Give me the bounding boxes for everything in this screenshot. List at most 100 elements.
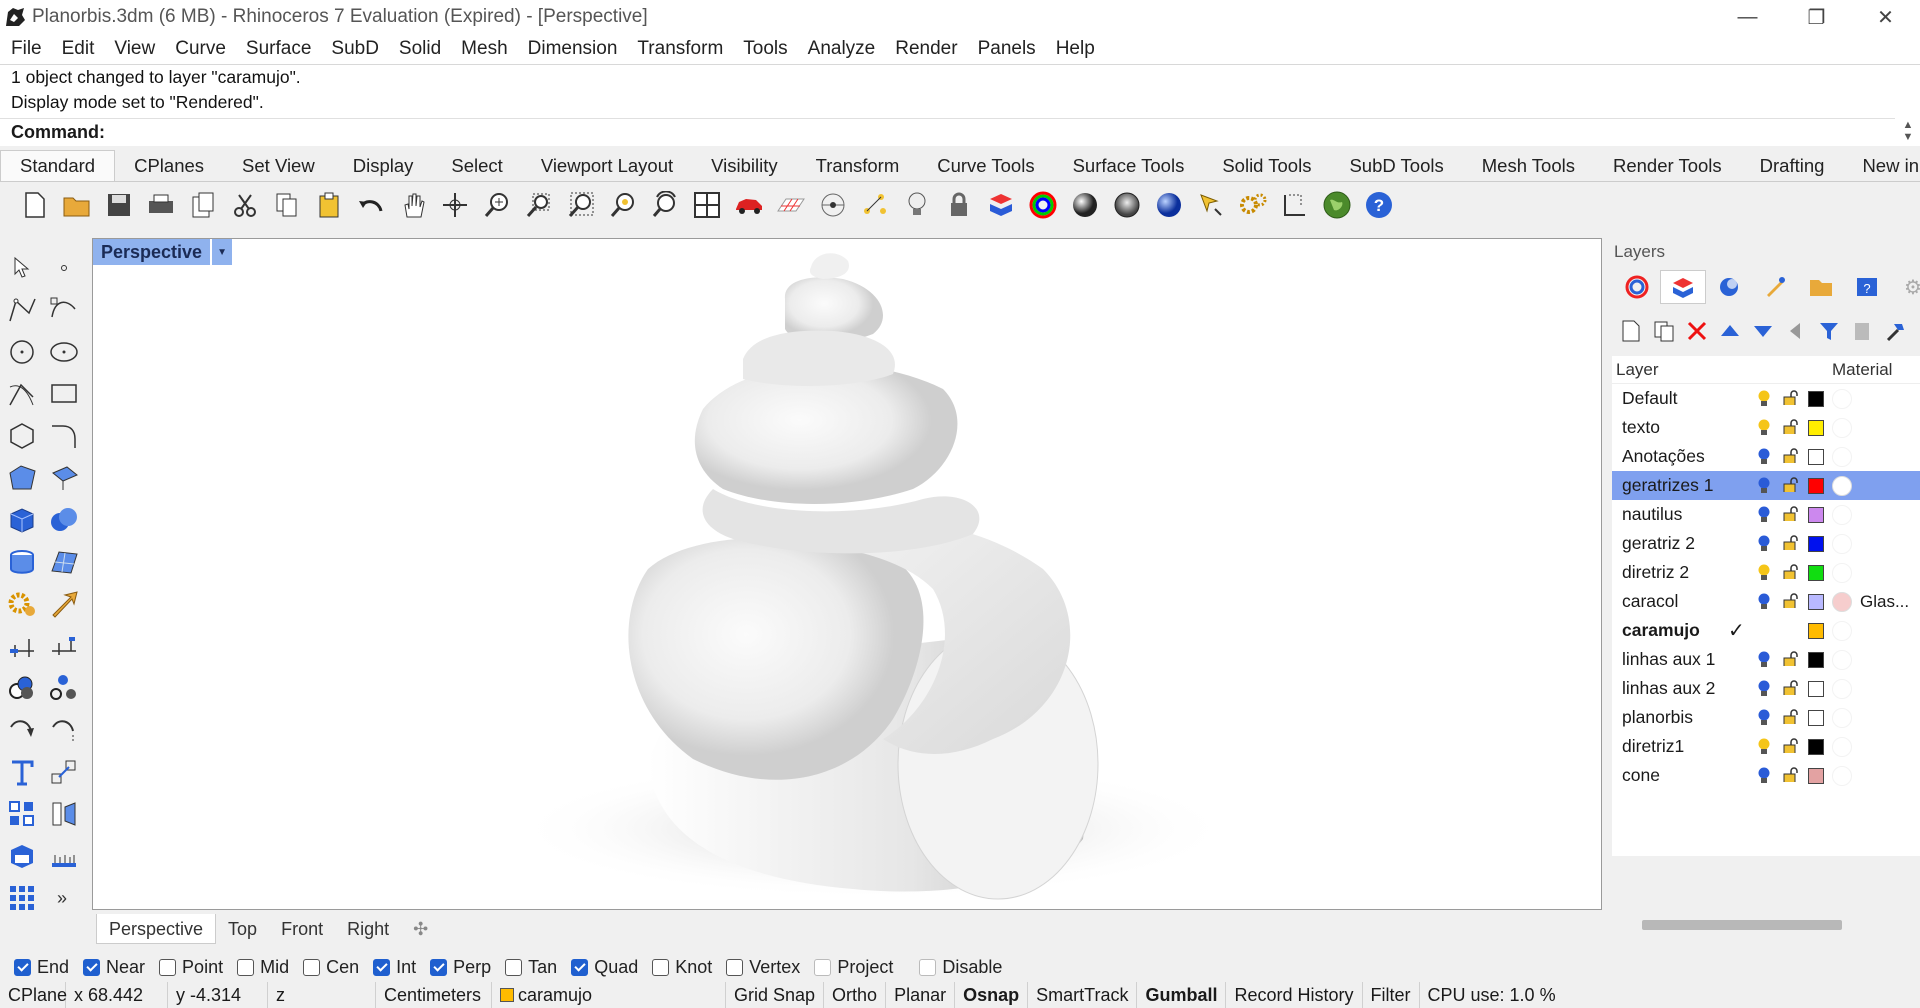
- layer-row[interactable]: caracol Glas...: [1612, 587, 1920, 616]
- layer-color-swatch[interactable]: [1808, 565, 1824, 581]
- text-tool-icon[interactable]: [2, 752, 42, 792]
- osnap-perp[interactable]: Perp: [430, 957, 491, 978]
- layer-material-swatch[interactable]: [1832, 592, 1852, 612]
- layer-name[interactable]: linhas aux 1: [1612, 649, 1740, 670]
- tab-standard[interactable]: Standard: [0, 150, 116, 181]
- osnap-quad[interactable]: Quad: [571, 957, 638, 978]
- tab-visibility[interactable]: Visibility: [692, 155, 796, 181]
- layer-material-swatch[interactable]: [1832, 418, 1852, 438]
- rectangle-icon[interactable]: [44, 374, 84, 414]
- osnap-checkbox[interactable]: [373, 958, 391, 976]
- layer-lock-icon[interactable]: [1783, 448, 1798, 463]
- osnap-int[interactable]: Int: [373, 957, 416, 978]
- zoom-dynamic-icon[interactable]: [476, 185, 518, 225]
- layer-color-swatch[interactable]: [1808, 449, 1824, 465]
- layer-material-swatch[interactable]: [1832, 708, 1852, 728]
- layer-color-swatch[interactable]: [1808, 507, 1824, 523]
- rendered-sphere-icon[interactable]: [1106, 185, 1148, 225]
- close-button[interactable]: ✕: [1851, 0, 1920, 34]
- layer-color-swatch[interactable]: [1808, 594, 1824, 610]
- toolbar-grid-icon[interactable]: [2, 878, 42, 918]
- layer-lock-icon[interactable]: [1783, 419, 1798, 434]
- import-export-icon[interactable]: [182, 185, 224, 225]
- status-smarttrack[interactable]: SmartTrack: [1028, 982, 1138, 1008]
- cplane-origin-icon[interactable]: [812, 185, 854, 225]
- layer-visibility-bulb-icon[interactable]: [1757, 651, 1771, 669]
- blend-curve-icon[interactable]: [44, 710, 84, 750]
- ruler-icon[interactable]: [44, 836, 84, 876]
- new-sublayer-icon[interactable]: [1647, 316, 1680, 346]
- viewport-title-tab[interactable]: Perspective ▼: [93, 239, 233, 265]
- print-icon[interactable]: [140, 185, 182, 225]
- tab-new-in[interactable]: New in: [1843, 155, 1920, 181]
- layer-lock-icon[interactable]: [1783, 506, 1798, 521]
- osnap-checkbox[interactable]: [303, 958, 321, 976]
- paste-icon[interactable]: [308, 185, 350, 225]
- dimension-icon[interactable]: [1274, 185, 1316, 225]
- layer-name[interactable]: texto: [1612, 417, 1740, 438]
- mesh-icon[interactable]: [44, 542, 84, 582]
- layer-visibility-bulb-icon[interactable]: [1757, 593, 1771, 611]
- layer-lock-icon[interactable]: [1783, 564, 1798, 579]
- status-osnap[interactable]: Osnap: [955, 982, 1029, 1008]
- layer-lock-icon[interactable]: [1783, 593, 1798, 608]
- extrude-curve-icon[interactable]: [44, 458, 84, 498]
- layer-row[interactable]: caramujo ✓: [1612, 616, 1920, 645]
- open-file-icon[interactable]: [56, 185, 98, 225]
- layer-lock-icon[interactable]: [1783, 477, 1798, 492]
- gears-icon[interactable]: [1232, 185, 1274, 225]
- menu-curve[interactable]: Curve: [164, 38, 235, 60]
- layer-visibility-bulb-icon[interactable]: [1757, 419, 1771, 437]
- layer-material-swatch[interactable]: [1832, 563, 1852, 583]
- layer-row[interactable]: geratriz 2: [1612, 529, 1920, 558]
- osnap-mid[interactable]: Mid: [237, 957, 289, 978]
- layer-row[interactable]: Default: [1612, 384, 1920, 413]
- layer-row[interactable]: diretriz1: [1612, 732, 1920, 761]
- point-icon[interactable]: [44, 248, 84, 288]
- layer-row[interactable]: linhas aux 2: [1612, 674, 1920, 703]
- layer-row[interactable]: linhas aux 1: [1612, 645, 1920, 674]
- layer-material-swatch[interactable]: [1832, 505, 1852, 525]
- menu-analyze[interactable]: Analyze: [797, 38, 885, 60]
- render-sphere-icon[interactable]: [1148, 185, 1190, 225]
- layer-color-swatch[interactable]: [1808, 739, 1824, 755]
- osnap-checkbox[interactable]: [83, 958, 101, 976]
- osnap-checkbox[interactable]: [505, 958, 523, 976]
- scroll-down-icon[interactable]: ▼: [1903, 131, 1914, 143]
- polyline-icon[interactable]: [2, 290, 42, 330]
- move-layer-out-icon[interactable]: [1779, 316, 1812, 346]
- osnap-tan[interactable]: Tan: [505, 957, 557, 978]
- menu-surface[interactable]: Surface: [235, 38, 320, 60]
- copy-icon[interactable]: [266, 185, 308, 225]
- tab-mesh-tools[interactable]: Mesh Tools: [1463, 155, 1594, 181]
- osnap-checkbox[interactable]: [652, 958, 670, 976]
- layer-row[interactable]: geratrizes 1: [1612, 471, 1920, 500]
- libraries-panel-icon[interactable]: [1798, 270, 1844, 304]
- command-prompt[interactable]: Command:: [0, 118, 1895, 145]
- layer-material-swatch[interactable]: [1832, 621, 1852, 641]
- filter-layers-icon[interactable]: [1812, 316, 1845, 346]
- layers-panel-icon[interactable]: [1660, 270, 1706, 304]
- options-icon[interactable]: [1190, 185, 1232, 225]
- layer-tools-hammer-icon[interactable]: [1878, 316, 1911, 346]
- help-panel-icon[interactable]: ?: [1844, 270, 1890, 304]
- osnap-knot[interactable]: Knot: [652, 957, 712, 978]
- globe-icon[interactable]: [1316, 185, 1358, 225]
- layer-row[interactable]: diretriz 2: [1612, 558, 1920, 587]
- tab-transform[interactable]: Transform: [797, 155, 919, 181]
- osnap-cen[interactable]: Cen: [303, 957, 359, 978]
- layer-row[interactable]: texto: [1612, 413, 1920, 442]
- osnap-project[interactable]: Project: [814, 957, 893, 978]
- view-tab-right[interactable]: Right: [335, 914, 401, 944]
- grid-plane-icon[interactable]: [770, 185, 812, 225]
- view-tab-top[interactable]: Top: [216, 914, 269, 944]
- osnap-checkbox[interactable]: [430, 958, 448, 976]
- layer-color-swatch[interactable]: [1808, 420, 1824, 436]
- scale-icon[interactable]: [44, 752, 84, 792]
- layer-material-swatch[interactable]: [1832, 476, 1852, 496]
- layer-color-swatch[interactable]: [1808, 391, 1824, 407]
- boolean-union-icon[interactable]: [44, 500, 84, 540]
- zoom-extents-icon[interactable]: [560, 185, 602, 225]
- car-icon[interactable]: [728, 185, 770, 225]
- layer-row[interactable]: planorbis: [1612, 703, 1920, 732]
